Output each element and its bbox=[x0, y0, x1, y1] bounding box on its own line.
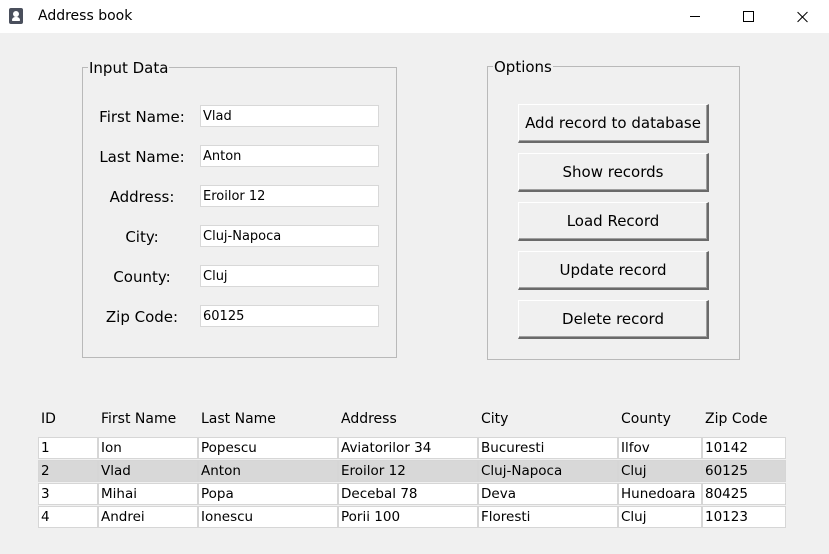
cell-first-name[interactable]: Vlad bbox=[98, 460, 198, 482]
first-name-input[interactable] bbox=[200, 105, 379, 127]
cell-address[interactable]: Porii 100 bbox=[338, 506, 478, 528]
cell-id[interactable]: 1 bbox=[38, 437, 98, 459]
cell-address[interactable]: Decebal 78 bbox=[338, 483, 478, 505]
cell-last-name[interactable]: Ionescu bbox=[198, 506, 338, 528]
cell-city[interactable]: Cluj-Napoca bbox=[478, 460, 618, 482]
show-records-button[interactable]: Show records bbox=[518, 153, 709, 192]
cell-id[interactable]: 3 bbox=[38, 483, 98, 505]
cell-first-name[interactable]: Mihai bbox=[98, 483, 198, 505]
county-label: County: bbox=[113, 268, 171, 286]
maximize-icon bbox=[742, 11, 754, 22]
header-zip-code: Zip Code bbox=[705, 411, 768, 427]
cell-city[interactable]: Deva bbox=[478, 483, 618, 505]
cell-zip-code[interactable]: 10123 bbox=[702, 506, 786, 528]
maximize-button[interactable] bbox=[725, 0, 771, 33]
county-input[interactable] bbox=[200, 265, 379, 287]
cell-zip-code[interactable]: 80425 bbox=[702, 483, 786, 505]
last-name-input[interactable] bbox=[200, 145, 379, 167]
cell-zip-code[interactable]: 60125 bbox=[702, 460, 786, 482]
cell-county[interactable]: Ilfov bbox=[618, 437, 702, 459]
delete-record-button[interactable]: Delete record bbox=[518, 300, 709, 339]
first-name-label: First Name: bbox=[99, 108, 185, 126]
cell-last-name[interactable]: Popa bbox=[198, 483, 338, 505]
cell-address[interactable]: Eroilor 12 bbox=[338, 460, 478, 482]
load-record-button[interactable]: Load Record bbox=[518, 202, 709, 241]
header-last-name: Last Name bbox=[201, 411, 276, 427]
minimize-button[interactable] bbox=[672, 0, 718, 33]
cell-id[interactable]: 2 bbox=[38, 460, 98, 482]
city-input[interactable] bbox=[200, 225, 379, 247]
header-county: County bbox=[621, 411, 671, 427]
cell-first-name[interactable]: Andrei bbox=[98, 506, 198, 528]
cell-zip-code[interactable]: 10142 bbox=[702, 437, 786, 459]
address-book-app-icon bbox=[9, 8, 23, 24]
input-data-legend: Input Data bbox=[88, 59, 170, 77]
cell-last-name[interactable]: Popescu bbox=[198, 437, 338, 459]
cell-first-name[interactable]: Ion bbox=[98, 437, 198, 459]
zip-code-label: Zip Code: bbox=[105, 308, 179, 326]
cell-last-name[interactable]: Anton bbox=[198, 460, 338, 482]
zip-code-input[interactable] bbox=[200, 305, 379, 327]
minimize-icon bbox=[690, 16, 700, 17]
cell-county[interactable]: Hunedoara bbox=[618, 483, 702, 505]
last-name-label: Last Name: bbox=[99, 148, 185, 166]
close-button[interactable] bbox=[780, 0, 826, 33]
address-label: Address: bbox=[109, 188, 175, 206]
header-first-name: First Name bbox=[101, 411, 177, 427]
city-label: City: bbox=[125, 228, 159, 246]
header-city: City bbox=[481, 411, 509, 427]
cell-city[interactable]: Bucuresti bbox=[478, 437, 618, 459]
options-legend: Options bbox=[493, 58, 553, 76]
address-input[interactable] bbox=[200, 185, 379, 207]
cell-county[interactable]: Cluj bbox=[618, 460, 702, 482]
cell-address[interactable]: Aviatorilor 34 bbox=[338, 437, 478, 459]
cell-id[interactable]: 4 bbox=[38, 506, 98, 528]
cell-county[interactable]: Cluj bbox=[618, 506, 702, 528]
close-icon bbox=[797, 11, 809, 23]
header-address: Address bbox=[341, 411, 397, 427]
header-id: ID bbox=[41, 411, 56, 427]
update-record-button[interactable]: Update record bbox=[518, 251, 709, 290]
window-title: Address book bbox=[38, 8, 133, 24]
cell-city[interactable]: Floresti bbox=[478, 506, 618, 528]
add-record-button[interactable]: Add record to database bbox=[518, 104, 709, 143]
title-bar: Address book bbox=[0, 0, 829, 33]
